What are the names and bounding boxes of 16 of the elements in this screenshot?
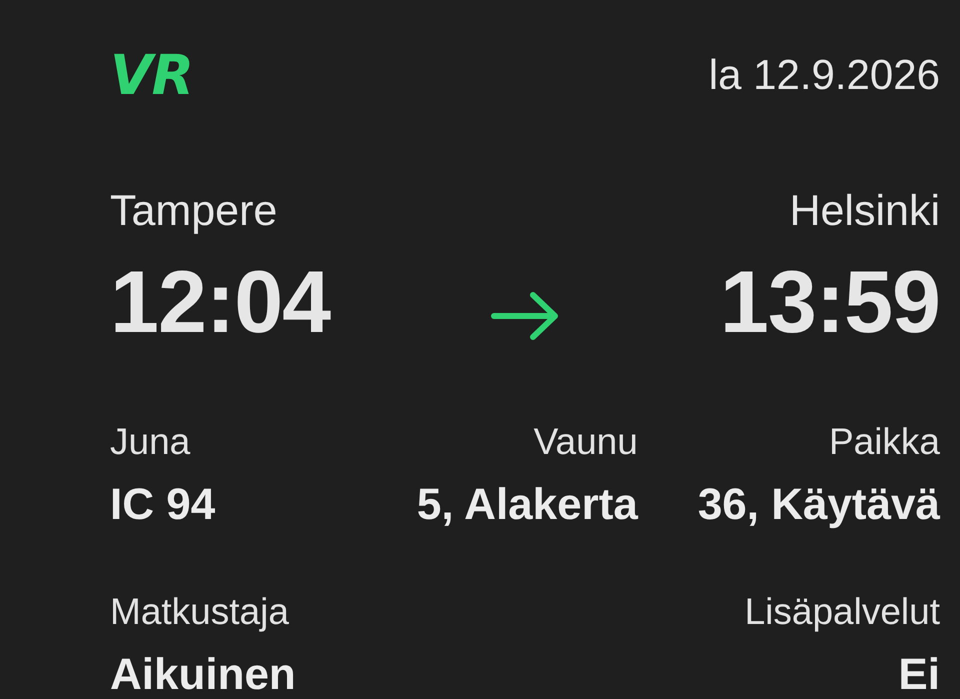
departure-station: Tampere — [110, 186, 278, 237]
field-label: Paikka — [828, 422, 940, 462]
field-label: Lisäpalvelut — [744, 592, 940, 632]
field-label: Juna — [110, 422, 190, 462]
field-label: Vaunu — [534, 422, 638, 462]
field-value: 36, Käytävä — [698, 484, 940, 526]
arrival-station: Helsinki — [789, 186, 940, 237]
field-value: IC 94 — [110, 484, 216, 526]
travel-date: la 12.9.2026 — [708, 50, 940, 100]
arrival-time: 13:59 — [720, 258, 940, 346]
departure-time: 12:04 — [110, 258, 330, 346]
field-label: Matkustaja — [110, 592, 289, 632]
logo: VR — [110, 48, 193, 102]
field-value: Aikuinen — [110, 654, 296, 696]
field-value: Ei — [898, 654, 940, 696]
field-value: 5, Alakerta — [416, 484, 638, 526]
